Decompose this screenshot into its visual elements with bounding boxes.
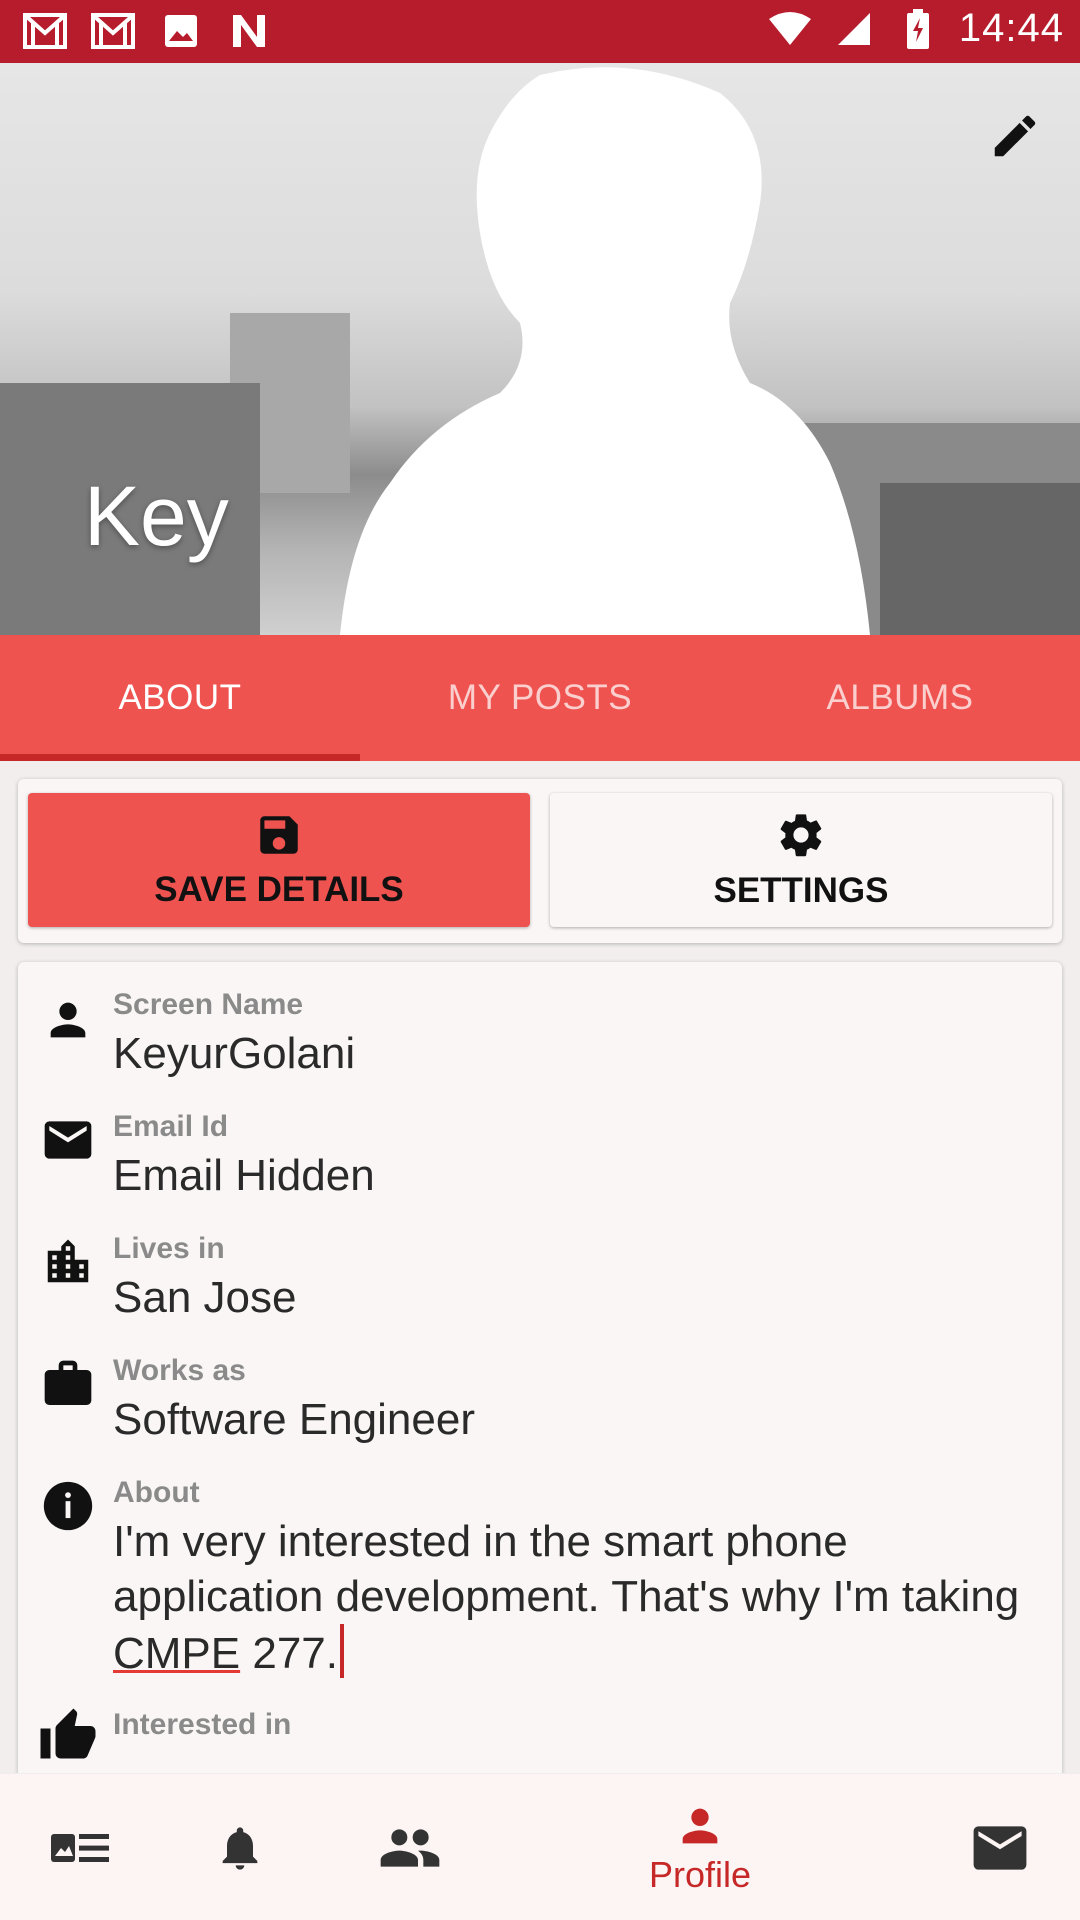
about-text: I'm very interested in the smart phone a… [113,1517,1020,1621]
save-details-label: SAVE DETAILS [154,870,404,909]
pencil-icon [994,115,1036,157]
status-time: 14:44 [958,6,1064,50]
nav-profile[interactable]: Profile [600,1774,800,1920]
email-icon [38,1110,98,1170]
works-as-value[interactable]: Software Engineer [113,1392,1033,1447]
gmail-icon [90,10,136,52]
person-icon [682,1808,718,1843]
thumb-up-icon [38,1706,98,1766]
about-value[interactable]: I'm very interested in the smart phone a… [113,1514,1033,1681]
bottom-navigation: Profile [0,1773,1080,1920]
tab-albums[interactable]: ALBUMS [720,635,1080,761]
gear-icon [780,814,822,857]
city-icon [38,1232,98,1292]
battery-charging-icon [895,8,941,50]
settings-label: SETTINGS [713,871,889,910]
feed-icon [51,1833,109,1862]
settings-button[interactable]: SETTINGS [550,793,1052,927]
profile-header: Key [0,63,1080,635]
gmail-icon [22,10,68,52]
profile-name: Key [84,469,229,563]
save-details-button[interactable]: SAVE DETAILS [28,793,530,927]
interested-in-label: Interested in [113,1708,292,1741]
nav-notifications[interactable] [200,1774,280,1920]
signal-icon [831,8,877,50]
details-card: Screen Name KeyurGolani Email Id Email H… [18,962,1062,1782]
save-icon [260,816,298,854]
screen-name-label: Screen Name [113,988,304,1021]
profile-tabs: ABOUT MY POSTS ALBUMS [0,635,1080,761]
lives-in-label: Lives in [113,1232,225,1265]
edit-profile-button[interactable] [980,101,1050,171]
nav-friends[interactable] [360,1774,460,1920]
nav-profile-label: Profile [648,1853,752,1895]
lives-in-value[interactable]: San Jose [113,1270,1033,1325]
avatar-silhouette [340,67,870,635]
people-icon [380,1828,440,1867]
actions-card: SAVE DETAILS SETTINGS [18,779,1062,943]
email-label: Email Id [113,1110,229,1143]
n-app-icon [226,10,272,52]
bell-icon [222,1826,258,1870]
screen-name-value[interactable]: KeyurGolani [113,1026,1033,1081]
mail-icon [973,1825,1027,1870]
status-bar: 14:44 [0,0,1080,63]
image-icon [158,10,204,52]
email-value[interactable]: Email Hidden [113,1148,1033,1203]
tab-my-posts[interactable]: MY POSTS [360,635,720,761]
text-cursor [340,1624,344,1678]
about-text-end: 277. [240,1629,338,1678]
info-icon [38,1476,98,1536]
person-icon [38,990,98,1050]
about-label: About [113,1476,200,1509]
wifi-icon [767,8,813,50]
briefcase-icon [38,1354,98,1414]
works-as-label: Works as [113,1354,246,1387]
nav-messages[interactable] [960,1774,1040,1920]
nav-feed[interactable] [40,1774,120,1920]
about-text-misspelled: CMPE [113,1629,241,1678]
tab-about[interactable]: ABOUT [0,635,360,761]
